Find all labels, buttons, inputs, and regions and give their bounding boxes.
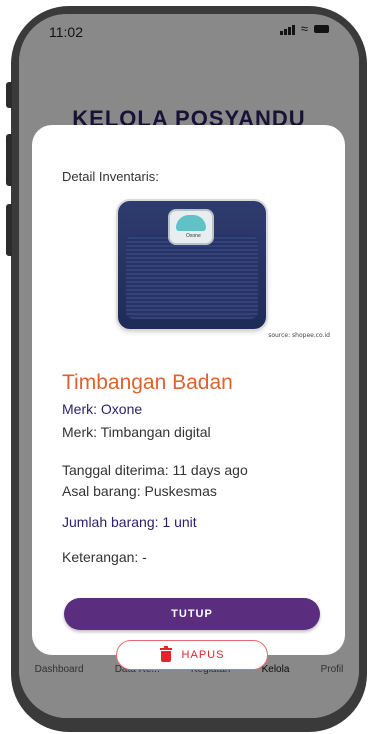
- item-origin: Asal barang: Puskesmas: [62, 483, 217, 499]
- close-button[interactable]: TUTUP: [64, 598, 320, 630]
- scale-dial: Oxone: [168, 209, 214, 245]
- scale-brand-logo: Oxone: [186, 233, 201, 239]
- delete-button-label: HAPUS: [181, 649, 225, 661]
- close-button-label: TUTUP: [171, 608, 213, 620]
- item-type: Merk: Timbangan digital: [62, 424, 211, 440]
- scale-platform: [126, 235, 258, 319]
- volume-down-button: [6, 204, 12, 256]
- modal-heading: Detail Inventaris:: [62, 169, 159, 184]
- item-name: Timbangan Badan: [62, 371, 233, 394]
- item-received-date: Tanggal diterima: 11 days ago: [62, 462, 248, 478]
- image-source-caption: source: shopee.co.id: [268, 332, 330, 339]
- trash-icon: [159, 646, 172, 662]
- delete-button[interactable]: HAPUS: [116, 640, 268, 670]
- product-image: Oxone source: shopee.co.id: [62, 195, 332, 347]
- item-notes: Keterangan: -: [62, 549, 147, 565]
- side-button: [6, 82, 12, 108]
- volume-up-button: [6, 134, 12, 186]
- item-brand: Merk: Oxone: [62, 401, 143, 417]
- item-quantity: Jumlah barang: 1 unit: [62, 514, 197, 530]
- inventory-detail-modal: Detail Inventaris: Oxone source: shopee.…: [32, 125, 345, 670]
- app-screen: 11:02 ≈ KELOLA POSYANDU Dashboard Data R…: [19, 14, 359, 718]
- bathroom-scale-image: Oxone: [118, 201, 266, 329]
